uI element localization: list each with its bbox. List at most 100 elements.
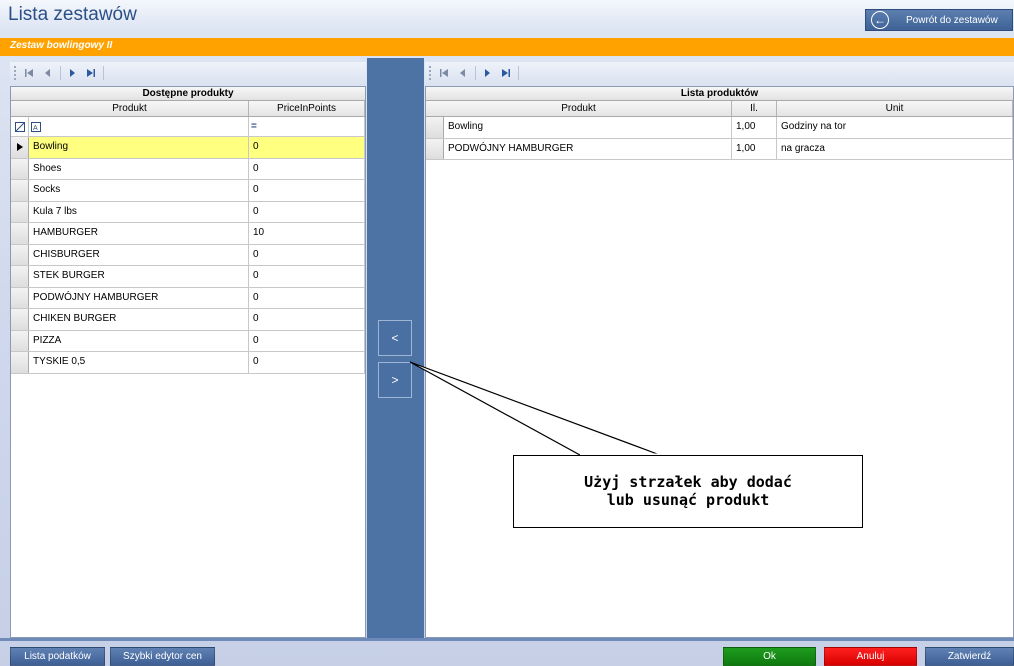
- row-selector[interactable]: [11, 201, 29, 222]
- row-selector[interactable]: [426, 117, 444, 138]
- cell-product[interactable]: Socks: [29, 180, 249, 201]
- left-navigator: [10, 62, 366, 84]
- product-filter-cell[interactable]: A: [29, 117, 249, 136]
- clear-filter-icon[interactable]: [11, 117, 29, 136]
- column-header-price-in-points[interactable]: PriceInPoints: [249, 101, 365, 116]
- available-products-header: Dostępne produkty: [11, 87, 365, 101]
- column-headers: Produkt Il. Unit: [426, 101, 1013, 117]
- cell-price-in-points[interactable]: 0: [249, 137, 365, 158]
- table-row[interactable]: Bowling 0: [11, 137, 365, 159]
- cell-product[interactable]: Shoes: [29, 158, 249, 179]
- cell-price-in-points[interactable]: 0: [249, 287, 365, 308]
- next-record-icon[interactable]: [479, 65, 495, 81]
- row-selector[interactable]: [11, 287, 29, 308]
- prev-record-icon[interactable]: [40, 65, 56, 81]
- first-record-icon[interactable]: [436, 65, 452, 81]
- row-selector[interactable]: [11, 309, 29, 330]
- remove-product-button[interactable]: >: [378, 362, 412, 398]
- available-products-grid: Dostępne produkty Produkt PriceInPoints …: [10, 86, 366, 638]
- footer-divider: [0, 638, 1014, 641]
- cancel-button[interactable]: Anuluj: [824, 647, 917, 666]
- cell-product[interactable]: TYSKIE 0,5: [29, 352, 249, 373]
- row-selector[interactable]: [11, 180, 29, 201]
- last-record-icon[interactable]: [498, 65, 514, 81]
- tax-list-button[interactable]: Lista podatków: [10, 647, 105, 666]
- row-selector[interactable]: [11, 352, 29, 373]
- cell-quantity[interactable]: 1,00: [732, 117, 777, 138]
- cell-price-in-points[interactable]: 0: [249, 201, 365, 222]
- row-selector[interactable]: [11, 330, 29, 351]
- row-selector[interactable]: [426, 138, 444, 159]
- svg-text:A: A: [33, 125, 38, 132]
- first-record-icon[interactable]: [21, 65, 37, 81]
- current-row-indicator-icon[interactable]: [11, 137, 29, 158]
- table-row[interactable]: Socks 0: [11, 180, 365, 202]
- hint-line-2: lub usunąć produkt: [606, 491, 770, 509]
- available-products-rows: Bowling 0 Shoes 0 Socks 0 Kula 7 lbs 0 HAMBURGER…: [11, 137, 365, 374]
- table-row[interactable]: CHIKEN BURGER 0: [11, 309, 365, 331]
- cell-price-in-points[interactable]: 0: [249, 180, 365, 201]
- prev-record-icon[interactable]: [455, 65, 471, 81]
- cell-price-in-points[interactable]: 0: [249, 309, 365, 330]
- cell-unit[interactable]: Godziny na tor: [777, 117, 1013, 138]
- row-selector[interactable]: [11, 244, 29, 265]
- separator: [475, 66, 476, 80]
- ok-button[interactable]: Ok: [723, 647, 816, 666]
- cell-product[interactable]: Bowling: [444, 117, 732, 138]
- cell-product[interactable]: HAMBURGER: [29, 223, 249, 244]
- back-button-label: Powrót do zestawów: [906, 14, 998, 26]
- cell-price-in-points[interactable]: 0: [249, 244, 365, 265]
- cell-price-in-points[interactable]: 0: [249, 330, 365, 351]
- confirm-button[interactable]: Zatwierdź: [925, 647, 1014, 666]
- product-list-grid: Lista produktów Produkt Il. Unit Bowling…: [425, 86, 1014, 638]
- table-row[interactable]: PODWÓJNY HAMBURGER 1,00 na gracza: [426, 138, 1013, 160]
- table-row[interactable]: HAMBURGER 10: [11, 223, 365, 245]
- table-row[interactable]: STEK BURGER 0: [11, 266, 365, 288]
- table-row[interactable]: TYSKIE 0,5 0: [11, 352, 365, 374]
- table-row[interactable]: Shoes 0: [11, 158, 365, 180]
- cell-price-in-points[interactable]: 0: [249, 158, 365, 179]
- add-product-button[interactable]: <: [378, 320, 412, 356]
- row-selector[interactable]: [11, 266, 29, 287]
- cell-price-in-points[interactable]: 0: [249, 352, 365, 373]
- quick-price-editor-button[interactable]: Szybki edytor cen: [110, 647, 215, 666]
- table-row[interactable]: Bowling 1,00 Godziny na tor: [426, 117, 1013, 139]
- cell-unit[interactable]: na gracza: [777, 138, 1013, 159]
- last-record-icon[interactable]: [83, 65, 99, 81]
- separator: [103, 66, 104, 80]
- column-headers: Produkt PriceInPoints: [11, 101, 365, 117]
- column-header-quantity[interactable]: Il.: [732, 101, 777, 116]
- cell-product[interactable]: PIZZA: [29, 330, 249, 351]
- window-title: Lista zestawów: [8, 4, 137, 25]
- column-header-unit[interactable]: Unit: [777, 101, 1013, 116]
- row-selector[interactable]: [11, 223, 29, 244]
- right-navigator: [425, 62, 1014, 84]
- cell-product[interactable]: CHISBURGER: [29, 244, 249, 265]
- hint-callout: Użyj strzałek aby dodać lub usunąć produ…: [513, 455, 863, 528]
- cell-product[interactable]: PODWÓJNY HAMBURGER: [444, 138, 732, 159]
- next-record-icon[interactable]: [64, 65, 80, 81]
- price-filter-cell[interactable]: =: [249, 117, 365, 136]
- cell-price-in-points[interactable]: 0: [249, 266, 365, 287]
- column-header-product[interactable]: Produkt: [426, 101, 732, 116]
- back-to-sets-button[interactable]: ← Powrót do zestawów: [865, 9, 1013, 31]
- table-row[interactable]: Kula 7 lbs 0: [11, 201, 365, 223]
- product-list-rows: Bowling 1,00 Godziny na tor PODWÓJNY HAMBUR…: [426, 117, 1013, 160]
- set-name-bar: Zestaw bowlingowy II: [0, 38, 1014, 56]
- title-bar: Lista zestawów ← Powrót do zestawów: [0, 0, 1014, 31]
- column-header-product[interactable]: Produkt: [11, 101, 249, 116]
- transfer-panel: < >: [367, 58, 424, 638]
- table-row[interactable]: CHISBURGER 0: [11, 244, 365, 266]
- cell-quantity[interactable]: 1,00: [732, 138, 777, 159]
- cell-product[interactable]: Bowling: [29, 137, 249, 158]
- cell-product[interactable]: CHIKEN BURGER: [29, 309, 249, 330]
- table-row[interactable]: PIZZA 0: [11, 330, 365, 352]
- table-row[interactable]: PODWÓJNY HAMBURGER 0: [11, 287, 365, 309]
- cell-product[interactable]: STEK BURGER: [29, 266, 249, 287]
- cell-product[interactable]: Kula 7 lbs: [29, 201, 249, 222]
- cell-product[interactable]: PODWÓJNY HAMBURGER: [29, 287, 249, 308]
- grip-icon: [14, 66, 18, 80]
- row-selector[interactable]: [11, 158, 29, 179]
- cell-price-in-points[interactable]: 10: [249, 223, 365, 244]
- text-filter-icon: A: [31, 121, 41, 132]
